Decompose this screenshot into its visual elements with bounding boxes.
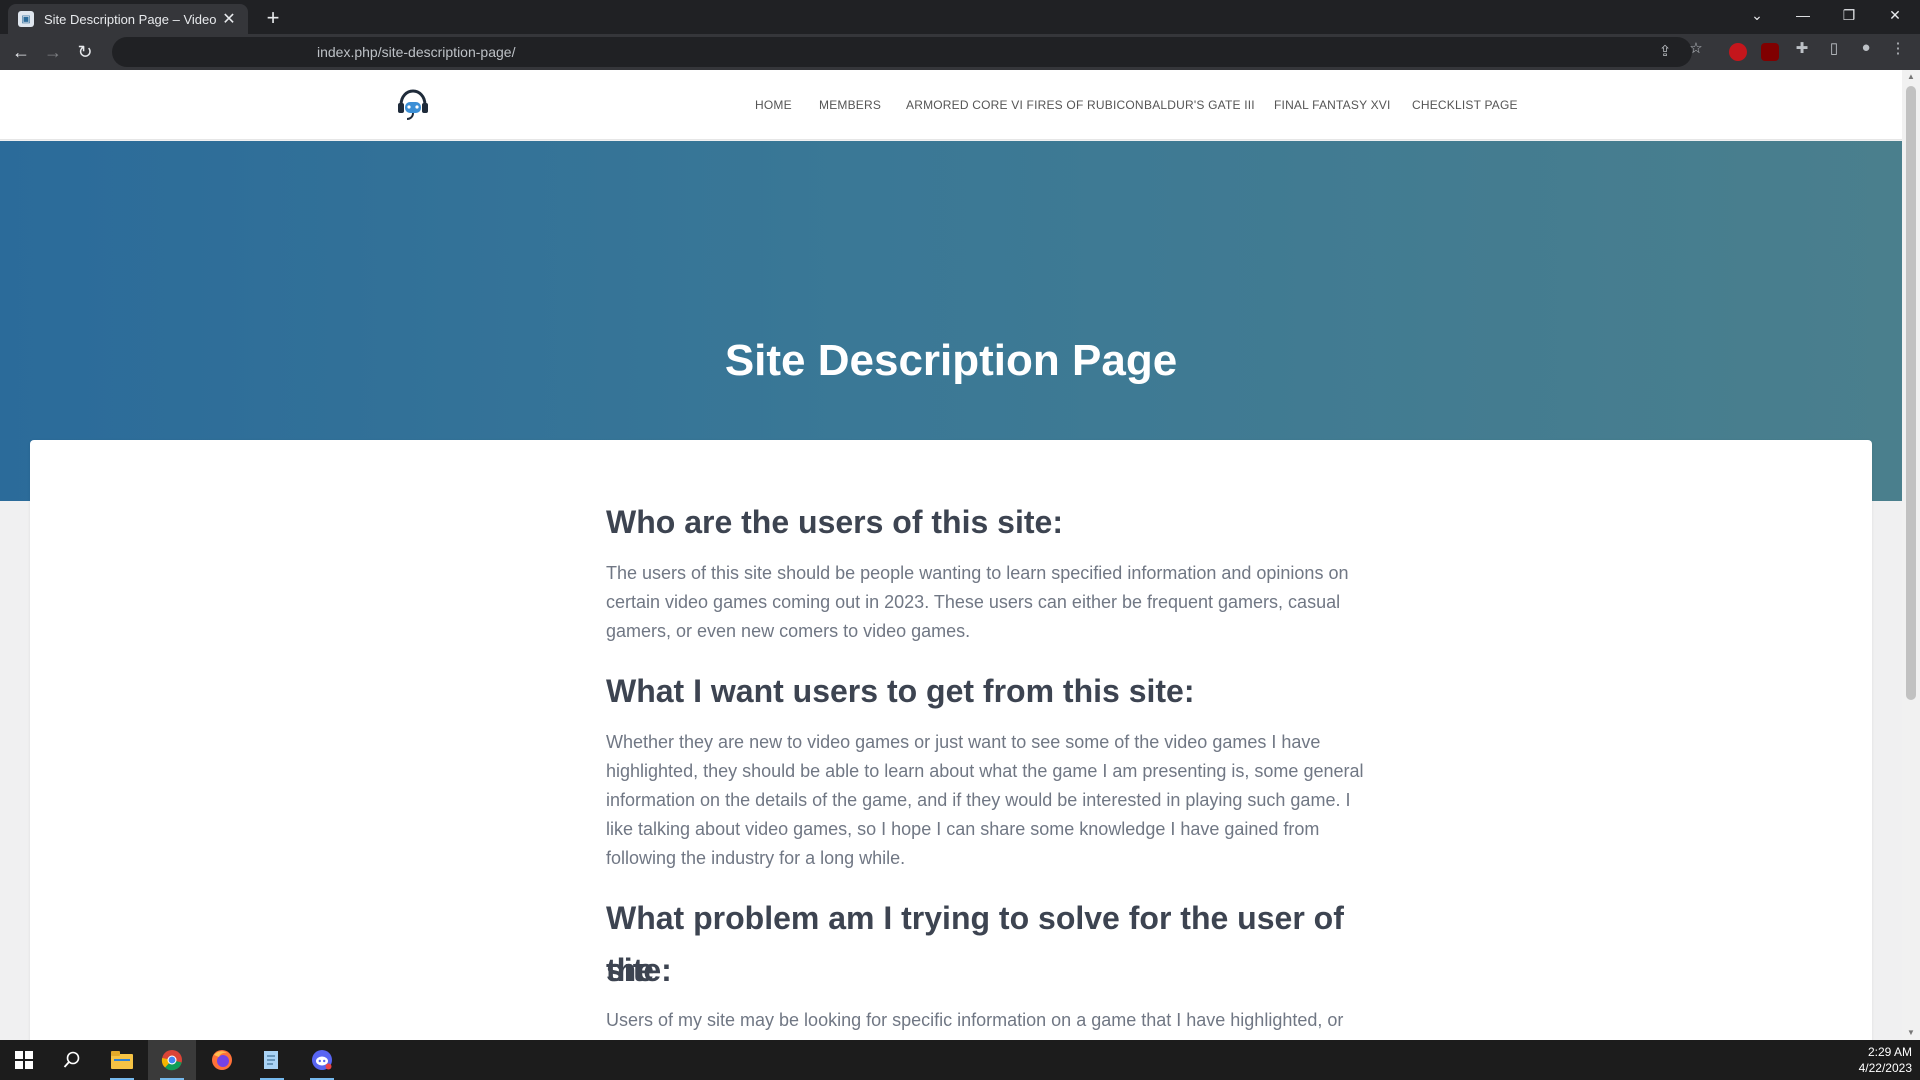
tab-title: Site Description Page – Video Ga <box>44 11 219 27</box>
scroll-down-arrow-icon[interactable]: ▼ <box>1902 1026 1920 1040</box>
page-title: Site Description Page <box>724 336 1178 385</box>
forward-arrow-icon[interactable]: → <box>41 40 65 64</box>
search-icon[interactable] <box>48 1040 96 1080</box>
windows-taskbar: 2:29 AM 4/22/2023 <box>0 1040 1920 1080</box>
paragraph-goals-line: like talking about video games, so I hop… <box>606 819 1320 839</box>
page-viewport: Site Description Page HOME MEMBERS ARMOR… <box>0 70 1902 1040</box>
paragraph-goals-line: highlighted, they should be able to lear… <box>606 761 1364 781</box>
gamepad-headset-logo-icon[interactable] <box>396 89 430 121</box>
scroll-up-arrow-icon[interactable]: ▲ <box>1902 70 1920 84</box>
back-arrow-icon[interactable]: ← <box>9 40 33 64</box>
paragraph-problem-line: Users of my site may be looking for spec… <box>606 1010 1344 1030</box>
bookmark-star-icon[interactable]: ☆ <box>1686 39 1706 57</box>
profile-icon[interactable]: ● <box>1856 39 1876 56</box>
file-explorer-icon[interactable] <box>98 1040 146 1080</box>
nav-item-baldurs-gate[interactable]: BALDUR'S GATE III <box>1144 98 1255 112</box>
heading-problem: site: <box>606 952 672 988</box>
nav-item-members[interactable]: MEMBERS <box>819 98 881 112</box>
scrollbar-thumb[interactable] <box>1906 86 1916 700</box>
site-favicon-icon: ▣ <box>18 11 34 27</box>
nav-item-armored-core[interactable]: ARMORED CORE VI FIRES OF RUBICON <box>906 98 1144 112</box>
tab-close-icon[interactable]: ✕ <box>220 9 238 29</box>
browser-tab-active[interactable]: ▣ Site Description Page – Video Ga ✕ <box>8 4 248 34</box>
discord-icon[interactable] <box>298 1040 346 1080</box>
page-scrollbar[interactable]: ▲ ▼ <box>1902 70 1920 1040</box>
ublock-icon[interactable] <box>1761 43 1779 61</box>
share-icon[interactable]: ⇪ <box>1655 42 1675 60</box>
heading-users: Who are the users of this site: <box>606 504 1063 540</box>
address-bar[interactable]: index.php/site-description-page/ ⇪ <box>112 37 1692 67</box>
windows-start-icon[interactable] <box>0 1040 48 1080</box>
browser-tab-bar: ▣ Site Description Page – Video Ga ✕ + ⌄… <box>0 0 1920 34</box>
paragraph-goals-line: information on the details of the game, … <box>606 790 1351 810</box>
minimize-button[interactable]: — <box>1780 0 1826 30</box>
side-panel-icon[interactable]: ▯ <box>1824 39 1844 57</box>
content-card: Who are the users of this site: The user… <box>30 440 1872 1040</box>
tab-search-icon[interactable]: ⌄ <box>1734 0 1780 30</box>
nav-item-final-fantasy[interactable]: FINAL FANTASY XVI <box>1274 98 1391 112</box>
clock-time: 2:29 AM <box>1867 1045 1912 1059</box>
extension-red-icon[interactable] <box>1729 43 1747 61</box>
paragraph-goals-line: Whether they are new to video games or j… <box>606 732 1321 752</box>
system-clock[interactable]: 2:29 AM 4/22/2023 <box>1859 1044 1912 1076</box>
browser-toolbar: ← → ↻ index.php/site-description-page/ ⇪… <box>0 34 1920 70</box>
extensions-puzzle-icon[interactable]: ✚ <box>1792 39 1812 57</box>
close-window-button[interactable]: ✕ <box>1872 0 1918 30</box>
paragraph-users-line: gamers, or even new comers to video game… <box>606 621 971 641</box>
reload-icon[interactable]: ↻ <box>73 40 97 64</box>
firefox-icon[interactable] <box>198 1040 246 1080</box>
chrome-icon[interactable] <box>148 1040 196 1080</box>
clock-date: 4/22/2023 <box>1858 1061 1912 1075</box>
nav-item-home[interactable]: HOME <box>755 98 792 112</box>
site-header: HOME MEMBERS ARMORED CORE VI FIRES OF RU… <box>0 70 1902 140</box>
nav-item-checklist[interactable]: CHECKLIST PAGE <box>1412 98 1518 112</box>
restore-button[interactable]: ❐ <box>1826 0 1872 30</box>
notepad-icon[interactable] <box>248 1040 296 1080</box>
menu-kebab-icon[interactable]: ⋮ <box>1888 39 1908 57</box>
paragraph-users-line: The users of this site should be people … <box>606 563 1349 583</box>
paragraph-goals-line: following the industry for a long while. <box>606 848 906 868</box>
url-text[interactable]: index.php/site-description-page/ <box>317 44 515 60</box>
new-tab-button[interactable]: + <box>260 6 286 32</box>
heading-goals: What I want users to get from this site: <box>606 673 1195 709</box>
paragraph-users-line: certain video games coming out in 2023. … <box>606 592 1341 612</box>
